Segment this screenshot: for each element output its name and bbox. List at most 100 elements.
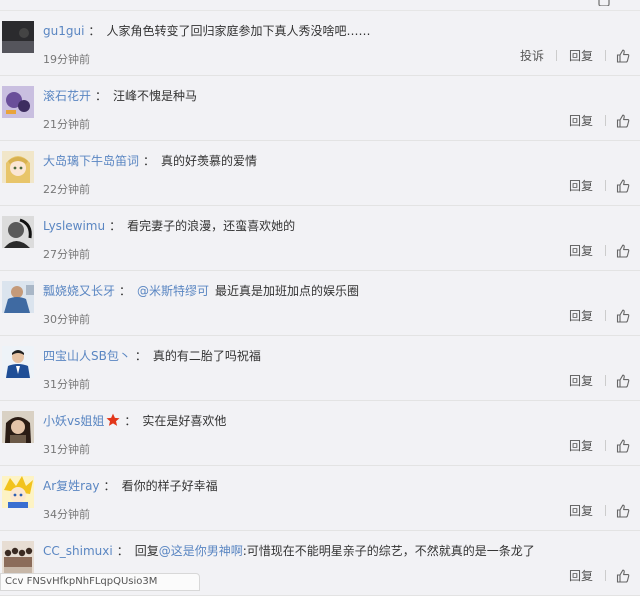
comment-time: 31分钟前 <box>43 443 90 456</box>
comment-colon: ： <box>88 24 101 38</box>
comment-username[interactable]: Lyslewimu <box>43 219 105 233</box>
comment-username[interactable]: 滚石花开 <box>43 89 91 103</box>
comment-text: 最近真是加班加点的娱乐圈 <box>215 284 360 298</box>
action-divider <box>605 505 606 516</box>
avatar-purple-icon[interactable] <box>2 86 34 118</box>
comment-line: gu1gui ： 人家角色转变了回归家庭参加下真人秀没啥吧…… <box>43 23 370 39</box>
like-icon[interactable] <box>616 374 630 388</box>
comment-actions: 回复 <box>567 372 630 389</box>
comment-text: 汪峰不愧是种马 <box>113 89 198 103</box>
avatar-blue-jacket-icon[interactable] <box>2 281 34 313</box>
comment-actions: 回复 <box>567 502 630 519</box>
comment-colon: ： <box>143 154 156 168</box>
like-icon[interactable] <box>616 244 630 258</box>
avatar-anime-girl-icon[interactable] <box>2 151 34 183</box>
avatar-dark-icon[interactable] <box>2 21 34 53</box>
action-divider <box>605 115 606 126</box>
avatar-yellow-cartoon-icon[interactable] <box>2 476 34 508</box>
action-divider <box>605 180 606 191</box>
comment-colon: ： <box>103 479 116 493</box>
comment-text: :可惜现在不能明星亲子的综艺，不然就真的是一条龙了 <box>242 544 535 558</box>
comment-row: Ar复姓ray： 看你的样子好幸福 34分钟前 回复 <box>0 466 640 531</box>
comment-actions: 回复 <box>567 437 630 454</box>
comment-mention[interactable]: @米斯特缪可 <box>137 284 209 298</box>
comment-time: 22分钟前 <box>43 183 90 196</box>
star-badge-icon <box>106 413 120 431</box>
comment-row: Lyslewimu ： 看完妻子的浪漫，还蛮喜欢她的 27分钟前 回复 <box>0 206 640 271</box>
comment-row: 瓢娆娆又长牙 ： @米斯特缪可 最近真是加班加点的娱乐圈 30分钟前 回复 <box>0 271 640 336</box>
comment-colon: ： <box>95 89 108 103</box>
action-divider <box>605 440 606 451</box>
comment-list: gu1gui：人家角色转变了回归家庭参加下真人秀没啥吧…… 19分钟前 投诉 回复 滚石… <box>0 11 640 596</box>
like-icon[interactable] <box>616 49 630 63</box>
comment-line: 滚石花开 ： 汪峰不愧是种马 <box>43 88 197 104</box>
comment-line: CC_shimuxi： 回复@这是你男神啊:可惜现在不能明星亲子的综艺，不然就真的… <box>43 543 535 559</box>
comment-line: 瓢娆娆又长牙 ： @米斯特缪可 最近真是加班加点的娱乐圈 <box>43 283 359 299</box>
comment-time: 34分钟前 <box>43 508 90 521</box>
reply-button[interactable]: 回复 <box>567 47 595 64</box>
status-url-bar: Ccv FNSvHfkpNhFLqpQUsio3M <box>0 573 200 591</box>
comment-colon: ： <box>119 284 132 298</box>
comment-actions: 投诉 回复 <box>518 47 630 64</box>
comment-text: 人家角色转变了回归家庭参加下真人秀没啥吧…… <box>106 24 371 38</box>
comment-username[interactable]: CC_shimuxi <box>43 544 113 558</box>
report-button[interactable]: 投诉 <box>518 47 546 64</box>
comment-username[interactable]: 小妖vs姐姐 <box>43 414 104 428</box>
comment-actions: 回复 <box>567 307 630 324</box>
comment-line: 四宝山人SB包丶： 真的有二胎了吗祝福 <box>43 348 261 364</box>
comment-actions: 回复 <box>567 177 630 194</box>
reply-button[interactable]: 回复 <box>567 437 595 454</box>
comment-colon: ： <box>109 219 122 233</box>
action-divider <box>605 375 606 386</box>
comment-row: 小妖vs姐姐 ： 实在是好喜欢他 31分钟前 回复 <box>0 401 640 466</box>
comment-actions: 回复 <box>567 567 630 584</box>
like-icon[interactable] <box>596 0 612 6</box>
comment-time: 31分钟前 <box>43 378 90 391</box>
like-icon[interactable] <box>616 179 630 193</box>
comment-row: 滚石花开 ： 汪峰不愧是种马 21分钟前 回复 <box>0 76 640 141</box>
comment-username[interactable]: gu1gui <box>43 24 84 38</box>
avatar-dark-hair-icon[interactable] <box>2 411 34 443</box>
comment-colon: ： <box>116 544 129 558</box>
reply-button[interactable]: 回复 <box>567 567 595 584</box>
reply-button[interactable]: 回复 <box>567 502 595 519</box>
comment-username[interactable]: 大岛璃下牛岛笛词 <box>43 154 139 168</box>
comment-text: 真的有二胎了吗祝福 <box>152 349 261 363</box>
comment-row: 四宝山人SB包丶： 真的有二胎了吗祝福 31分钟前 回复 <box>0 336 640 401</box>
comment-line: 小妖vs姐姐 ： 实在是好喜欢他 <box>43 413 226 431</box>
avatar-suit-man-icon[interactable] <box>2 346 34 378</box>
comment-time: 30分钟前 <box>43 313 90 326</box>
action-divider <box>605 570 606 581</box>
like-icon[interactable] <box>616 439 630 453</box>
comment-line: Lyslewimu ： 看完妻子的浪漫，还蛮喜欢她的 <box>43 218 295 234</box>
action-divider <box>555 50 557 61</box>
reply-button[interactable]: 回复 <box>567 372 595 389</box>
comment-text: 真的好羡慕的爱情 <box>161 154 258 168</box>
comment-username[interactable]: 四宝山人SB包丶 <box>43 349 131 363</box>
comment-text: 实在是好喜欢他 <box>142 414 227 428</box>
comment-text: 看完妻子的浪漫，还蛮喜欢她的 <box>127 219 296 233</box>
like-icon[interactable] <box>616 504 630 518</box>
comment-actions: 回复 <box>567 112 630 129</box>
comment-mention[interactable]: @这是你男神啊 <box>159 544 243 558</box>
action-divider <box>605 245 606 256</box>
like-icon[interactable] <box>616 569 630 583</box>
comment-colon: ： <box>134 349 147 363</box>
comment-time: 21分钟前 <box>43 118 90 131</box>
action-divider <box>605 50 606 61</box>
reply-button[interactable]: 回复 <box>567 112 595 129</box>
like-icon[interactable] <box>616 309 630 323</box>
avatar-group-photo-icon[interactable] <box>2 541 34 573</box>
like-icon[interactable] <box>616 114 630 128</box>
reply-button[interactable]: 回复 <box>567 307 595 324</box>
comment-actions: 回复 <box>567 242 630 259</box>
action-divider <box>605 310 606 321</box>
comment-username[interactable]: 瓢娆娆又长牙 <box>43 284 115 298</box>
comment-username[interactable]: Ar复姓ray <box>43 479 100 493</box>
comment-colon: ： <box>124 414 137 428</box>
comment-time: 19分钟前 <box>43 53 90 66</box>
reply-button[interactable]: 回复 <box>567 177 595 194</box>
avatar-bw-portrait-icon[interactable] <box>2 216 34 248</box>
reply-button[interactable]: 回复 <box>567 242 595 259</box>
comment-line: 大岛璃下牛岛笛词 ： 真的好羡慕的爱情 <box>43 153 257 169</box>
